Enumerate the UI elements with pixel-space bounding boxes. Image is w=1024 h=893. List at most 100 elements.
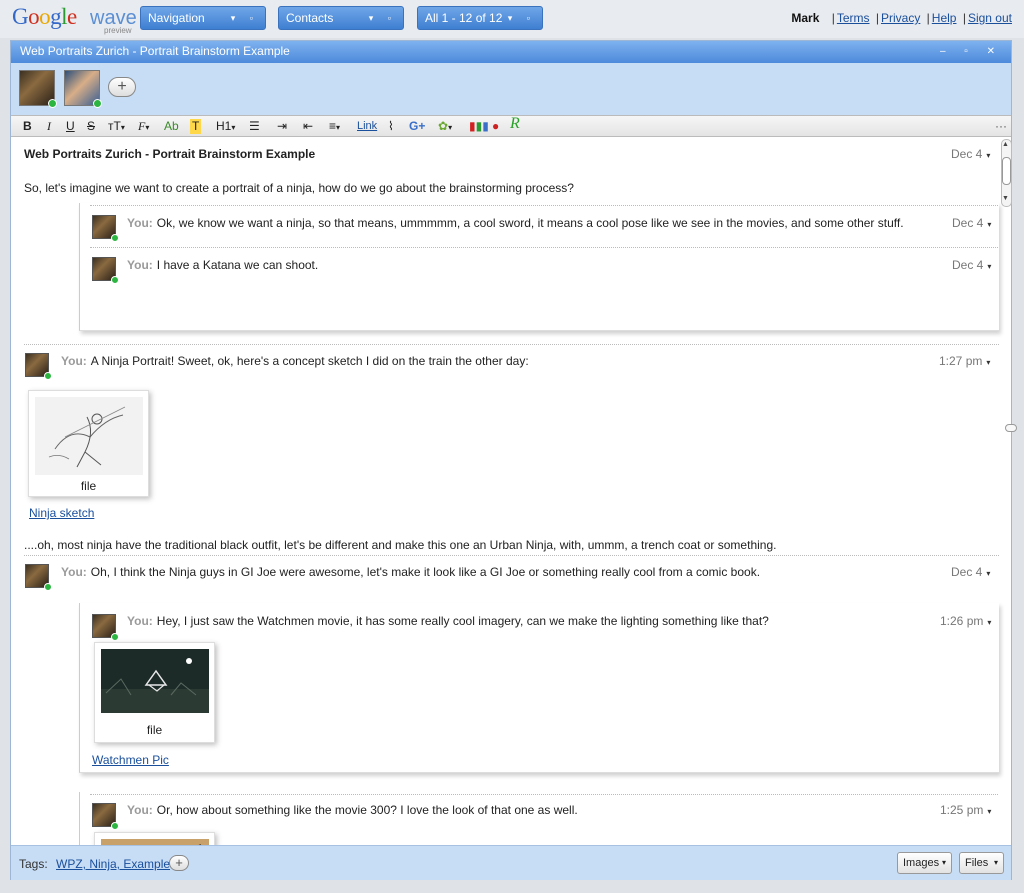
wave-scrollbar[interactable]: ▲ ▼	[1001, 139, 1012, 209]
add-tag-button[interactable]: +	[169, 855, 189, 871]
blip-author: You:	[127, 216, 153, 230]
blip: You: Oh, I think the Ninja guys in GI Joe…	[61, 565, 760, 579]
tags-label: Tags:	[19, 857, 48, 871]
chevron-down-icon: ▾	[986, 151, 991, 160]
chevron-down-icon: ▾	[987, 618, 992, 627]
sketch-attachment[interactable]: file	[28, 390, 149, 497]
scroll-down-icon[interactable]: ▼	[1002, 195, 1009, 202]
blip-text: Ok, we know we want a ninja, so that mea…	[156, 216, 904, 230]
inbox-panel-button[interactable]: All 1 - 12 of 12 ▾ ▫	[417, 6, 543, 30]
blip-time[interactable]: 1:26 pm ▾	[940, 614, 991, 628]
help-link[interactable]: Help	[932, 11, 957, 25]
terms-link[interactable]: Terms	[837, 11, 870, 25]
blip-time[interactable]: Dec 4 ▾	[951, 147, 990, 161]
font-size-button[interactable]: тT▾	[108, 119, 125, 134]
chevron-down-icon: ▾	[120, 123, 125, 132]
attachment-icon[interactable]: ⌇	[388, 119, 394, 134]
reply-blip: You: I have a Katana we can shoot.	[127, 258, 318, 272]
chevron-down-icon: ▾	[231, 123, 236, 132]
indent-icon[interactable]: ⇥	[277, 119, 287, 134]
map-pin-icon[interactable]: ●	[492, 119, 499, 134]
blip: You: A Ninja Portrait! Sweet, ok, here's …	[61, 354, 529, 368]
files-button[interactable]: Files ▾	[959, 852, 1004, 874]
watchmen-pic-link[interactable]: Watchmen Pic	[92, 753, 169, 767]
blip-time[interactable]: Dec 4 ▾	[952, 258, 991, 272]
participants-bar: +	[11, 63, 1011, 115]
puzzle-gadget-icon[interactable]: ✿▾	[438, 119, 452, 134]
movie-300-attachment[interactable]	[94, 832, 215, 845]
highlight-button[interactable]: T	[190, 119, 202, 134]
text-color-button[interactable]: Ab	[164, 119, 179, 134]
google-wave-logo: Google wave preview	[12, 2, 137, 36]
participant-avatar[interactable]	[19, 70, 57, 108]
images-button[interactable]: Images ▾	[897, 852, 952, 874]
online-status-icon	[44, 583, 52, 591]
more-options-icon[interactable]: ···	[995, 119, 1007, 134]
sign-out-link[interactable]: Sign out	[968, 11, 1012, 25]
wave-title: Web Portraits Zurich - Portrait Brainsto…	[20, 44, 290, 58]
blip-time[interactable]: Dec 4 ▾	[951, 565, 990, 579]
panel-controls-icon[interactable]: ▾ ▫	[369, 7, 397, 29]
blip-title: Web Portraits Zurich - Portrait Brainsto…	[24, 147, 316, 161]
online-status-icon	[111, 234, 119, 242]
top-bar: Google wave preview Navigation ▾ ▫ Conta…	[0, 0, 1024, 38]
blip-time[interactable]: Dec 4 ▾	[952, 216, 991, 230]
r-gadget-icon[interactable]: R	[510, 116, 520, 132]
color-bars-icon[interactable]: ▮▮▮	[469, 119, 489, 134]
user-avatar	[25, 564, 52, 591]
bold-button[interactable]: B	[23, 119, 32, 134]
contacts-panel-button[interactable]: Contacts ▾ ▫	[278, 6, 404, 30]
online-status-icon	[44, 372, 52, 380]
formatting-toolbar: B I U S тT▾ F▾ Ab T H1▾ ☰ ⇥ ⇤ ≡▾ Link ⌇ …	[11, 115, 1011, 137]
online-status-icon	[48, 99, 57, 108]
reply-blip: You: Or, how about something like the mov…	[127, 803, 578, 817]
insert-link-button[interactable]: Link	[357, 119, 377, 134]
outdent-icon[interactable]: ⇤	[303, 119, 313, 134]
blip-divider	[90, 247, 998, 248]
navigation-label: Navigation	[148, 11, 205, 25]
user-avatar	[92, 803, 119, 830]
navigation-panel-button[interactable]: Navigation ▾ ▫	[140, 6, 266, 30]
privacy-link[interactable]: Privacy	[881, 11, 920, 25]
chevron-down-icon: ▾	[448, 123, 453, 132]
panel-controls-icon[interactable]: ▾ ▫	[508, 7, 536, 29]
underline-button[interactable]: U	[66, 119, 75, 134]
chevron-down-icon: ▾	[986, 569, 991, 578]
bullet-list-icon[interactable]: ☰	[249, 119, 260, 134]
user-links: Mark | Terms | Privacy | Help | Sign out	[791, 11, 1012, 25]
window-controls-icon[interactable]: – ▫ ✕	[940, 41, 1003, 62]
watchmen-attachment[interactable]: file	[94, 642, 215, 743]
wave-conversation: Web Portraits Zurich - Portrait Brainsto…	[11, 137, 1011, 845]
panel-controls-icon[interactable]: ▾ ▫	[231, 7, 259, 29]
scrollbar-thumb[interactable]	[1002, 157, 1011, 185]
ninja-sketch-thumbnail	[35, 397, 143, 475]
add-participant-button[interactable]: +	[108, 77, 136, 97]
italic-button[interactable]: I	[47, 119, 51, 134]
tags-list[interactable]: WPZ, Ninja, Example	[56, 857, 170, 871]
blip-divider	[90, 205, 998, 206]
blip-time[interactable]: 1:25 pm ▾	[940, 803, 991, 817]
watchmen-thumbnail	[101, 649, 209, 713]
strikethrough-button[interactable]: S	[87, 119, 95, 134]
blip-author: You:	[127, 614, 153, 628]
logo-preview: preview	[104, 26, 132, 35]
user-avatar	[92, 215, 119, 242]
user-avatar	[92, 257, 119, 284]
online-status-icon	[93, 99, 102, 108]
blip-author: You:	[61, 354, 87, 368]
blip-text: So, let's imagine we want to create a po…	[24, 181, 574, 195]
blip-text: Hey, I just saw the Watchmen movie, it h…	[156, 614, 769, 628]
font-family-button[interactable]: F▾	[138, 119, 149, 134]
reply-blip: You: Ok, we know we want a ninja, so that…	[127, 216, 904, 230]
scroll-handle-icon[interactable]	[1005, 424, 1017, 432]
attachment-caption: file	[146, 723, 163, 737]
heading-button[interactable]: H1▾	[216, 119, 235, 134]
scroll-up-icon[interactable]: ▲	[1002, 141, 1009, 148]
reply-blip: You: Hey, I just saw the Watchmen movie, …	[127, 614, 769, 628]
participant-avatar[interactable]	[64, 70, 102, 108]
ninja-sketch-link[interactable]: Ninja sketch	[29, 506, 94, 520]
align-button[interactable]: ≡▾	[329, 119, 340, 134]
google-gadget-icon[interactable]: G+	[409, 119, 425, 134]
chevron-down-icon: ▾	[993, 858, 998, 867]
blip-time[interactable]: 1:27 pm ▾	[939, 354, 990, 368]
